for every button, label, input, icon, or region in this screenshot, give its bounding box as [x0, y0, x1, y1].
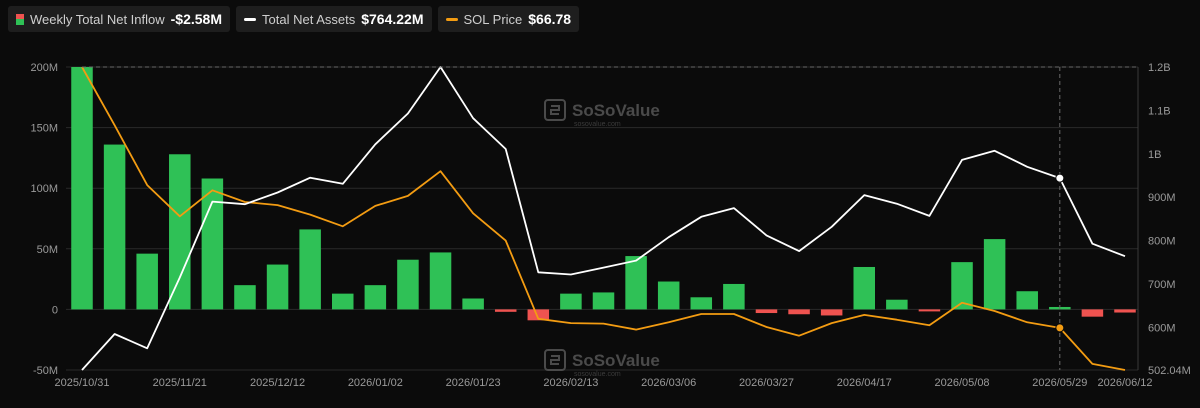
inflow-bar [494, 309, 517, 312]
inflow-bar [592, 292, 615, 310]
chart-root: Weekly Total Net Inflow -$2.58M Total Ne… [0, 0, 1200, 408]
inflow-bar [201, 178, 224, 310]
right-axis-tick: 1.1B [1148, 105, 1171, 117]
x-axis-tick: 2026/05/29 [1032, 377, 1087, 389]
inflow-bar [723, 283, 745, 310]
inflow-bar [560, 293, 582, 310]
right-axis-tick: 1B [1148, 149, 1161, 161]
inflow-bar [462, 298, 484, 310]
inflow-bar [625, 256, 647, 310]
inflow-bar [755, 309, 778, 314]
watermark-logo-icon [544, 99, 566, 121]
inflow-bar [397, 259, 419, 310]
inflow-bar [103, 144, 126, 310]
watermark-logo-icon [544, 349, 566, 371]
inflow-bar [1016, 291, 1038, 310]
inflow-bar [1081, 309, 1104, 317]
chart-plot[interactable]: SoSoValue sosovalue.com SoSoValue sosova… [0, 0, 1200, 408]
left-axis-tick: -50M [33, 365, 58, 377]
inflow-bar [820, 309, 843, 316]
left-axis-tick: 100M [30, 183, 58, 195]
right-axis-tick: 900M [1148, 192, 1176, 204]
right-axis-tick: 502.04M [1148, 365, 1191, 377]
inflow-bar [234, 285, 256, 310]
watermark-brand: SoSoValue [572, 101, 660, 120]
inflow-bar [364, 285, 387, 310]
inflow-bar [657, 281, 680, 310]
inflow-bar [1114, 309, 1136, 313]
inflow-bar [983, 239, 1006, 310]
x-axis-tick: 2025/10/31 [54, 377, 109, 389]
x-axis-tick: 2026/05/08 [935, 377, 990, 389]
x-axis-tick: 2026/03/27 [739, 377, 794, 389]
left-axis-tick: 0 [52, 304, 58, 316]
price-highlight-dot [1055, 323, 1065, 333]
inflow-bar [136, 253, 158, 310]
inflow-bar [266, 264, 289, 310]
inflow-bar [169, 154, 191, 310]
x-axis-tick: 2025/12/12 [250, 377, 305, 389]
x-axis-tick: 2026/06/12 [1097, 377, 1152, 389]
assets-highlight-dot [1055, 173, 1065, 183]
inflow-bar [690, 297, 713, 310]
right-axis-tick: 700M [1148, 279, 1176, 291]
inflow-bar [886, 299, 908, 310]
watermark-brand: SoSoValue [572, 351, 660, 370]
x-axis-tick: 2025/11/21 [153, 377, 207, 389]
x-axis-tick: 2026/04/17 [837, 377, 892, 389]
x-axis-tick: 2026/03/06 [641, 377, 696, 389]
inflow-bar [918, 309, 941, 312]
inflow-bar [429, 252, 452, 310]
x-axis-tick: 2026/01/23 [446, 377, 501, 389]
inflow-bar [71, 67, 93, 310]
right-axis-tick: 800M [1148, 236, 1176, 248]
inflow-bar [788, 309, 810, 315]
right-axis-tick: 1.2B [1148, 62, 1171, 74]
watermark-sub: sosovalue.com [574, 121, 621, 128]
inflow-bar [299, 229, 321, 310]
right-axis-tick: 600M [1148, 322, 1176, 334]
left-axis-tick: 50M [37, 244, 58, 256]
watermark: SoSoValue sosovalue.com SoSoValue sosova… [544, 99, 660, 378]
x-axis-tick: 2026/01/02 [348, 377, 403, 389]
left-axis-tick: 200M [30, 62, 58, 74]
inflow-bar [331, 293, 354, 310]
inflow-bar [853, 266, 876, 310]
x-axis-tick: 2026/02/13 [543, 377, 598, 389]
left-axis-tick: 150M [30, 123, 58, 135]
